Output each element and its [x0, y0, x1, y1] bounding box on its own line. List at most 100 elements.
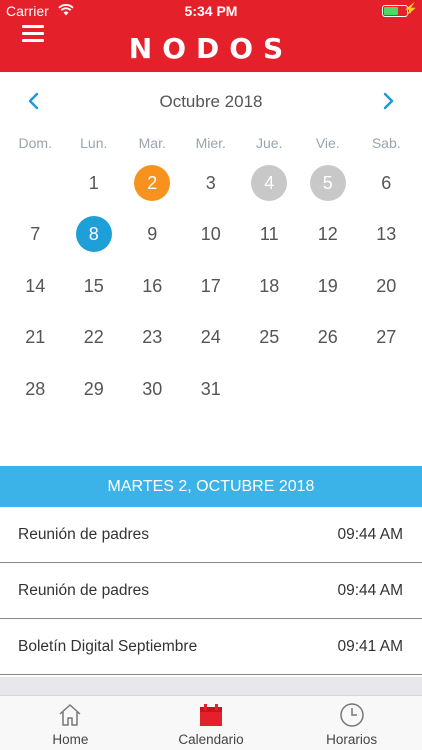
calendar-day[interactable]: 22 — [65, 312, 124, 364]
calendar-day[interactable]: 7 — [6, 209, 65, 261]
calendar-day[interactable]: 19 — [299, 260, 358, 312]
calendar-day[interactable]: 29 — [65, 363, 124, 415]
event-item[interactable]: Reunión de padres 09:44 AM — [0, 507, 422, 563]
calendar-day[interactable]: 26 — [299, 312, 358, 364]
calendar-day-number: 25 — [259, 327, 280, 348]
calendar-day-number: 15 — [83, 275, 104, 296]
calendar-day[interactable]: 12 — [299, 209, 358, 261]
calendar-day-number: 24 — [200, 327, 221, 348]
calendar-day-number: 27 — [376, 327, 397, 348]
calendar-day[interactable]: 14 — [6, 260, 65, 312]
event-time: 09:44 AM — [337, 582, 404, 599]
calendar-day-number: 8 — [75, 216, 112, 253]
selected-date-header: MARTES 2, OCTUBRE 2018 — [0, 466, 422, 507]
calendar-day-number: 16 — [142, 275, 163, 296]
calendar-day-number: 11 — [259, 224, 279, 245]
calendar-day[interactable]: 31 — [182, 363, 241, 415]
calendar-week-row: 21 22 23 24 25 26 27 — [6, 312, 416, 364]
weekday-label: Lun. — [80, 135, 108, 151]
calendar-day-number: 13 — [376, 224, 397, 245]
calendar-day[interactable]: 27 — [357, 312, 416, 364]
tab-bar: Home Calendario Horarios — [0, 695, 422, 750]
calendar-day-number: 14 — [25, 275, 46, 296]
list-footer-spacer — [0, 677, 422, 695]
calendar-day[interactable]: 10 — [182, 209, 241, 261]
chevron-right-icon — [383, 92, 394, 110]
calendar-grid: 1 2 3 4 5 6 7 8 9 10 11 12 13 14 15 16 17 18 19 20 21 22 23 24 2… — [6, 157, 416, 415]
event-list: Reunión de padres 09:44 AM Reunión de pa… — [0, 507, 422, 675]
calendar-week-row: 14 15 16 17 18 19 20 — [6, 260, 416, 312]
calendar-day[interactable]: 13 — [357, 209, 416, 261]
calendar-day[interactable]: 11 — [240, 209, 299, 261]
charging-icon: ⚡ — [403, 2, 418, 16]
calendar-day-number: 22 — [83, 327, 104, 348]
weekday-label: Mar. — [138, 135, 166, 151]
calendar-day[interactable]: 3 — [182, 157, 241, 209]
calendar-day[interactable]: 24 — [182, 312, 241, 364]
month-label: Octubre 2018 — [159, 92, 263, 111]
calendar-day-number: 10 — [200, 224, 221, 245]
calendar-day[interactable]: 28 — [6, 363, 65, 415]
calendar-day-number: 28 — [25, 378, 46, 399]
event-title: Boletín Digital Septiembre — [18, 638, 198, 655]
calendar-day-number: 18 — [259, 275, 280, 296]
tab-home[interactable]: Home — [0, 696, 141, 750]
status-time: 5:34 PM — [184, 3, 238, 19]
calendar-day[interactable]: 18 — [240, 260, 299, 312]
calendar-day[interactable]: 4 — [240, 157, 299, 209]
calendar-day[interactable]: 9 — [123, 209, 182, 261]
tab-label: Horarios — [326, 732, 378, 747]
calendar-day[interactable]: 25 — [240, 312, 299, 364]
calendar-day-number: 5 — [309, 164, 346, 201]
calendar-day[interactable]: 15 — [65, 260, 124, 312]
calendar-day-number: 26 — [317, 327, 338, 348]
event-title: Reunión de padres — [18, 582, 149, 599]
calendar-day[interactable]: 5 — [299, 157, 358, 209]
calendar-day[interactable]: 21 — [6, 312, 65, 364]
calendar-day-number: 6 — [381, 172, 392, 193]
calendar-empty-cell — [240, 363, 299, 415]
calendar-day-number: 1 — [88, 172, 99, 193]
calendar-day[interactable]: 1 — [65, 157, 124, 209]
calendar-day[interactable]: 8 — [65, 209, 124, 261]
weekday-label: Mier. — [195, 135, 226, 151]
calendar-week-row: 28 29 30 31 — [6, 363, 416, 415]
calendar-day-number: 19 — [317, 275, 338, 296]
event-item[interactable]: Reunión de padres 09:44 AM — [0, 563, 422, 619]
weekday-header-row: Dom. Lun. Mar. Mier. Jue. Vie. Sab. — [6, 135, 416, 151]
calendar-empty-cell — [299, 363, 358, 415]
tab-label: Calendario — [178, 732, 244, 747]
calendar-day-number: 17 — [200, 275, 221, 296]
calendar-day[interactable]: 23 — [123, 312, 182, 364]
calendar-day[interactable]: 2 — [123, 157, 182, 209]
event-item[interactable]: Boletín Digital Septiembre 09:41 AM — [0, 619, 422, 675]
event-time: 09:41 AM — [337, 638, 404, 655]
weekday-label: Jue. — [256, 135, 283, 151]
tab-calendario[interactable]: Calendario — [141, 696, 282, 750]
calendar-day[interactable]: 16 — [123, 260, 182, 312]
app-logo: NODOS — [128, 32, 294, 65]
home-icon — [59, 704, 81, 726]
event-time: 09:44 AM — [337, 526, 404, 543]
calendar-icon — [200, 704, 222, 726]
calendar-empty-cell — [6, 157, 65, 209]
calendar-week-row: 1 2 3 45 6 — [6, 157, 416, 209]
calendar-day[interactable]: 20 — [357, 260, 416, 312]
calendar-day-number: 12 — [317, 224, 338, 245]
calendar-day-number: 7 — [30, 224, 41, 245]
calendar-day-number: 23 — [142, 327, 163, 348]
calendar-day-number: 30 — [142, 378, 163, 399]
calendar-day-number: 2 — [134, 164, 171, 201]
clock-icon — [339, 703, 364, 727]
next-month-button[interactable] — [374, 86, 404, 116]
calendar-navigation: Octubre 2018 — [0, 86, 422, 116]
weekday-label: Dom. — [18, 135, 52, 151]
calendar-day[interactable]: 6 — [357, 157, 416, 209]
tab-label: Home — [52, 732, 89, 747]
calendar-day-number: 21 — [25, 327, 46, 348]
calendar-day-number: 31 — [200, 378, 221, 399]
tab-horarios[interactable]: Horarios — [281, 696, 422, 750]
calendar-day-number: 4 — [251, 164, 288, 201]
calendar-day[interactable]: 30 — [123, 363, 182, 415]
calendar-day[interactable]: 17 — [182, 260, 241, 312]
